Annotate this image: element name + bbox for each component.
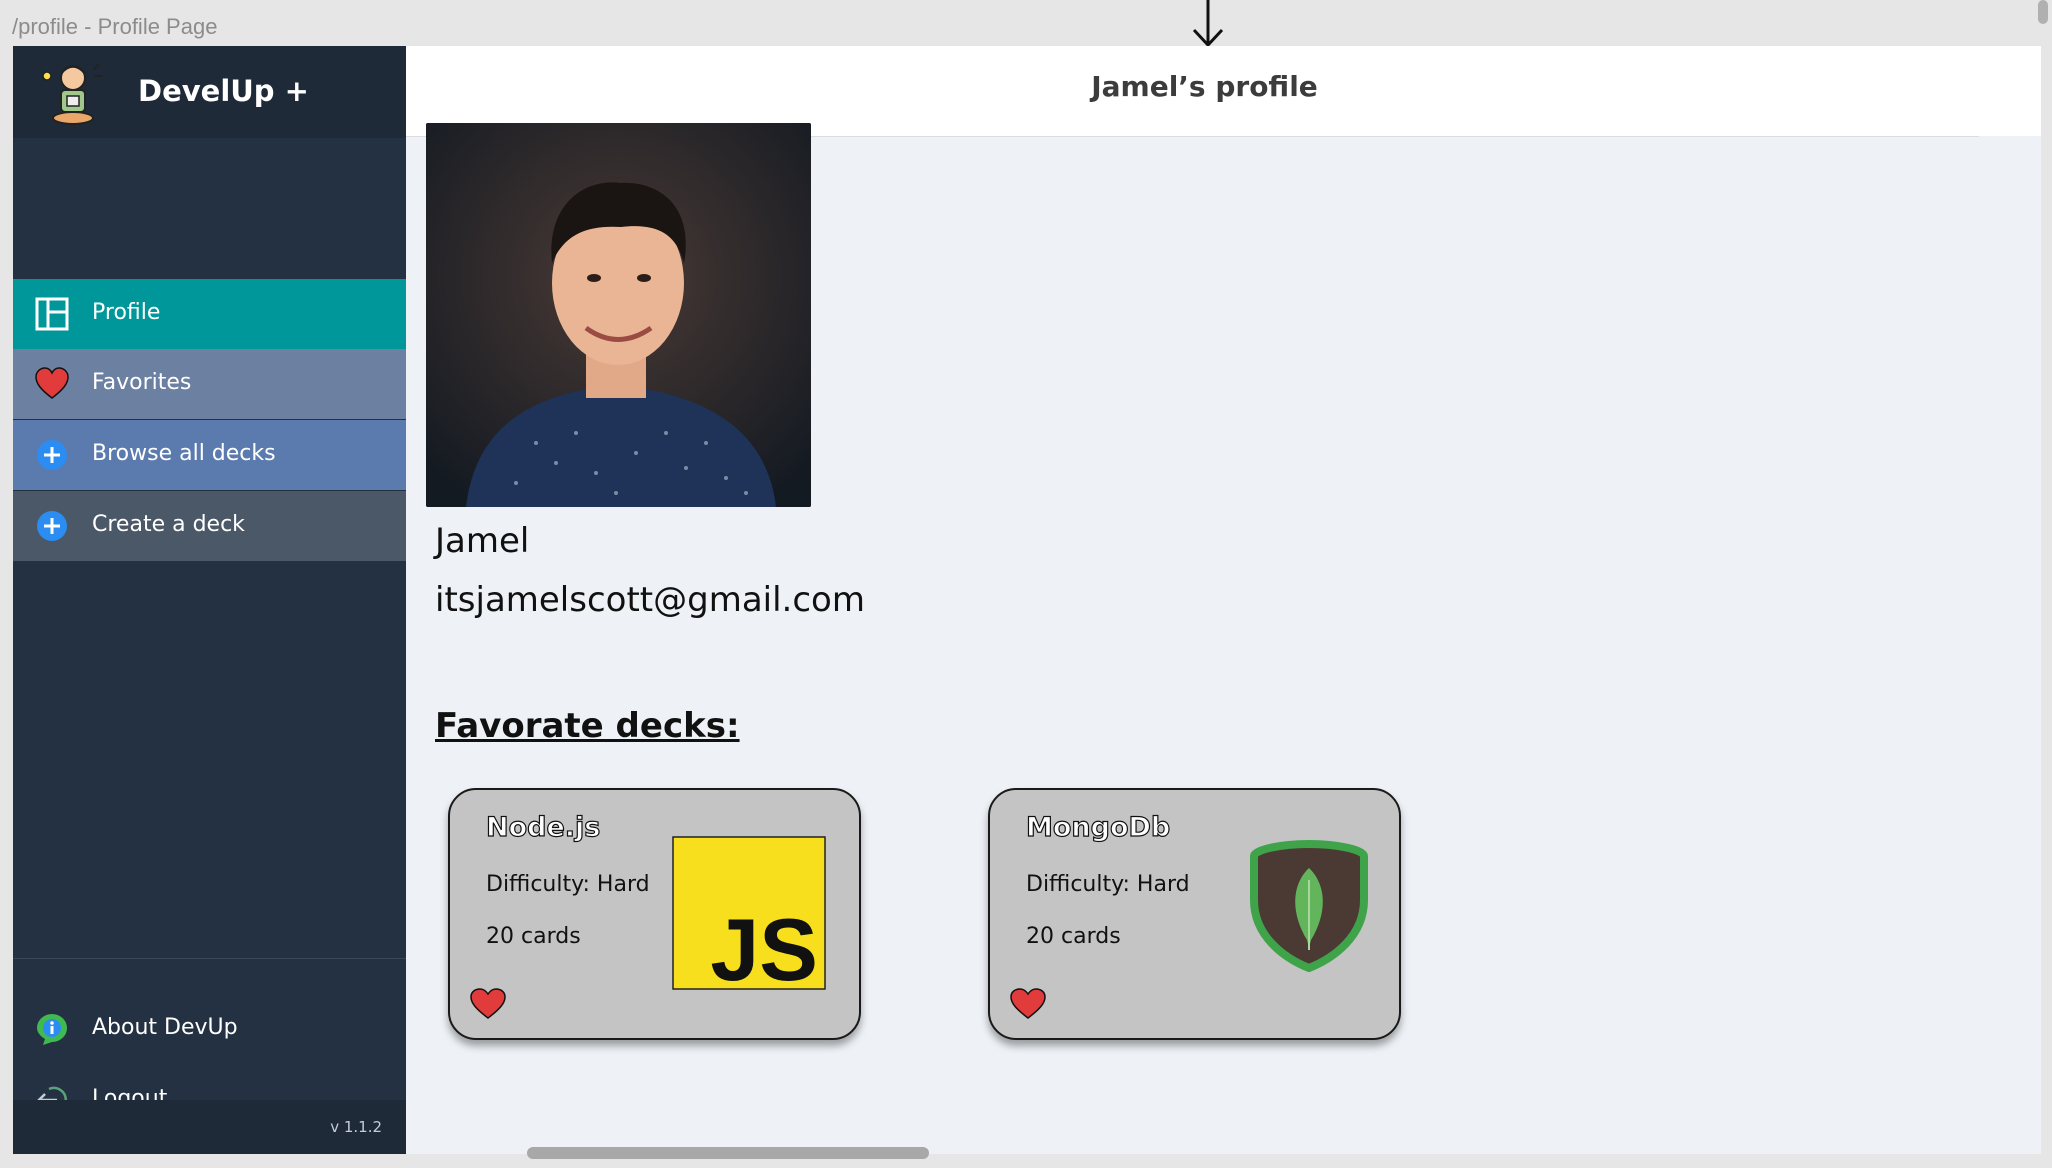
- deck-title: MongoDb: [1025, 811, 1171, 843]
- sidebar-item-label: Favorites: [92, 370, 192, 395]
- brand-header[interactable]: DevelUp +: [13, 46, 406, 138]
- profile-name: Jamel: [435, 521, 530, 561]
- vertical-scrollbar[interactable]: [2038, 0, 2048, 24]
- deck-card-mongodb[interactable]: MongoDb Difficulty: Hard 20 cards: [988, 788, 1401, 1040]
- sidebar-item-label: Browse all decks: [92, 441, 276, 466]
- deck-card-count: 20 cards: [486, 924, 581, 949]
- sidebar-divider: [13, 958, 406, 959]
- deck-card-nodejs[interactable]: Node.js Difficulty: Hard 20 cards JS: [448, 788, 861, 1040]
- sidebar-item-browse-decks[interactable]: Browse all decks: [13, 420, 406, 490]
- deck-difficulty: Difficulty: Hard: [486, 872, 650, 897]
- deck-title: Node.js: [485, 811, 601, 843]
- version-bar: v 1.1.2: [13, 1100, 406, 1154]
- sidebar-item-label: About DevUp: [92, 1015, 238, 1040]
- heart-icon[interactable]: [470, 988, 506, 1020]
- sidebar-item-about[interactable]: About DevUp: [13, 994, 406, 1064]
- sidebar-item-profile[interactable]: Profile: [13, 279, 406, 349]
- page-route-label: /profile - Profile Page: [12, 14, 218, 39]
- profile-email: itsjamelscott@gmail.com: [435, 580, 865, 620]
- svg-text:JS: JS: [710, 900, 818, 990]
- sidebar-item-label: Profile: [92, 300, 161, 325]
- heart-icon[interactable]: [1010, 988, 1046, 1020]
- deck-difficulty: Difficulty: Hard: [1026, 872, 1190, 897]
- brand-name: DevelUp +: [138, 74, 309, 108]
- app-version: v 1.1.2: [330, 1118, 382, 1136]
- plus-circle-icon: [37, 511, 67, 541]
- plus-circle-icon: [37, 440, 67, 470]
- profile-photo: [426, 123, 811, 507]
- mongodb-leaf-icon: [1250, 840, 1368, 972]
- sidebar-item-label: Create a deck: [92, 512, 245, 537]
- developer-avatar-icon: [42, 63, 103, 125]
- info-icon: [37, 1014, 67, 1045]
- sidebar-item-create-deck[interactable]: Create a deck: [13, 491, 406, 561]
- favorite-decks-heading: Favorate decks:: [435, 706, 740, 746]
- sidebar-item-favorites[interactable]: Favorites: [13, 349, 406, 419]
- arrow-down-icon: [1192, 0, 1224, 48]
- deck-card-count: 20 cards: [1026, 924, 1121, 949]
- layout-icon: [35, 297, 69, 331]
- sidebar: DevelUp + Profile Favorites Browse all d…: [13, 46, 406, 1154]
- horizontal-scrollbar[interactable]: [527, 1147, 929, 1159]
- page-title: Jamel’s profile: [1091, 70, 1318, 103]
- heart-icon: [35, 367, 69, 399]
- javascript-logo-icon: JS: [672, 836, 826, 990]
